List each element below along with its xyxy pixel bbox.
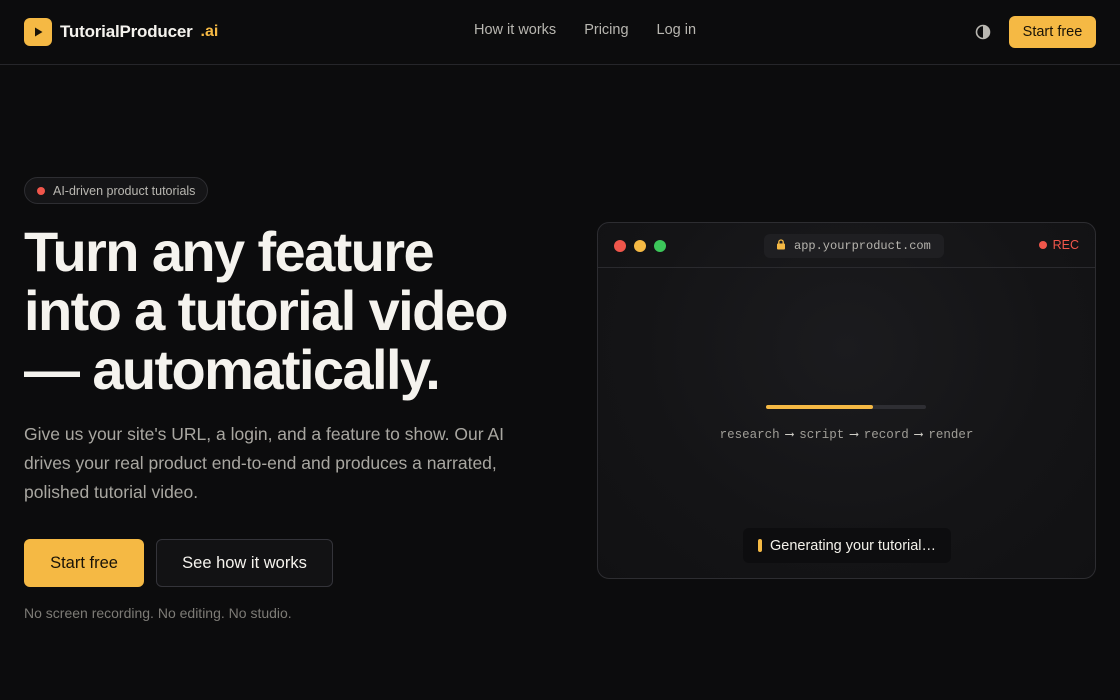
- hero-subtext: Give us your site's URL, a login, and a …: [24, 424, 504, 502]
- contrast-icon[interactable]: [974, 23, 992, 41]
- main-nav: How it works Pricing Log in: [474, 22, 696, 38]
- pipeline-step-record: record: [863, 428, 909, 442]
- headline-line-3: — automatically.: [24, 338, 441, 401]
- lock-icon: [776, 237, 786, 255]
- brand-logo-link[interactable]: TutorialProducer .ai: [24, 18, 218, 46]
- header-start-free-button[interactable]: Start free: [1009, 16, 1096, 48]
- hero-headline: Turn any feature into a tutorial video —…: [24, 222, 564, 399]
- brand-name: TutorialProducer: [60, 22, 193, 41]
- start-free-button[interactable]: Start free: [24, 539, 144, 587]
- window-close-dot: [614, 240, 626, 252]
- window-maximize-dot: [654, 240, 666, 252]
- top-navbar: TutorialProducer .ai How it works Pricin…: [0, 0, 1120, 65]
- address-bar: app.yourproduct.com: [764, 234, 944, 258]
- arrow-icon: ⟶: [785, 428, 794, 442]
- rec-dot: [1038, 241, 1047, 249]
- pipeline-step-script: script: [799, 428, 845, 442]
- nav-link-log-in[interactable]: Log in: [657, 22, 697, 38]
- pipeline-step-render: render: [928, 428, 974, 442]
- status-indicator: [758, 539, 762, 552]
- brand-suffix: .ai: [200, 23, 219, 40]
- nav-link-pricing[interactable]: Pricing: [584, 22, 628, 38]
- headline-line-2: into a tutorial video: [24, 279, 508, 342]
- hero-badge: AI-driven product tutorials: [24, 177, 209, 204]
- window-titlebar: app.yourproduct.com REC: [598, 223, 1095, 268]
- pipeline-steps: research ⟶ script ⟶ record ⟶ render: [598, 426, 1095, 442]
- url-text: app.yourproduct.com: [794, 239, 931, 253]
- window-minimize-dot: [634, 240, 646, 252]
- badge-text: AI-driven product tutorials: [53, 183, 196, 198]
- progress-bar: [766, 405, 926, 409]
- status-dot: [37, 186, 45, 195]
- see-how-it-works-button[interactable]: See how it works: [156, 539, 333, 587]
- status-text: Generating your tutorial…: [770, 537, 937, 554]
- arrow-icon: ⟶: [850, 428, 858, 442]
- product-preview-window: app.yourproduct.com REC research ⟶ script ⟶…: [597, 222, 1096, 579]
- nav-link-how-it-works[interactable]: How it works: [474, 22, 556, 38]
- progress-fill: [766, 405, 874, 409]
- headline-line-1: Turn any feature: [24, 220, 435, 283]
- rec-label: REC: [1052, 238, 1079, 252]
- status-toast: Generating your tutorial…: [743, 528, 951, 563]
- pipeline-step-research: research: [719, 428, 780, 442]
- recording-indicator: REC: [1038, 238, 1079, 252]
- hero-footnote: No screen recording. No editing. No stud…: [24, 605, 292, 621]
- arrow-icon: ⟶: [914, 428, 923, 442]
- play-icon: [24, 18, 52, 46]
